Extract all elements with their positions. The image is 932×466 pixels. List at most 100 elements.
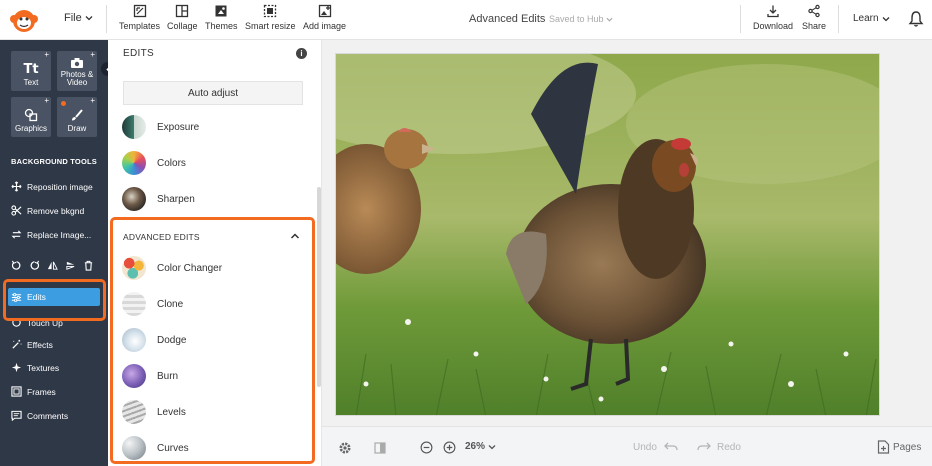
pages-button[interactable]: Pages [877, 440, 921, 454]
shapes-icon [24, 108, 38, 122]
brush-icon [72, 109, 83, 121]
sidebar-item-comments-label: Comments [27, 410, 69, 421]
highlight-outline [3, 279, 106, 321]
sidebar-item-textures[interactable]: Textures [11, 362, 59, 373]
draw-tile[interactable]: + Draw [57, 97, 97, 137]
redo-button[interactable]: Redo [697, 441, 741, 453]
edit-exposure-label: Exposure [157, 121, 200, 133]
zoom-in-icon[interactable] [443, 441, 456, 454]
sidebar-item-frames[interactable]: Frames [11, 386, 56, 397]
add-image-label: Add image [303, 21, 347, 31]
text-tool-tile[interactable]: + Tt Text [11, 51, 51, 91]
download-label: Download [753, 21, 794, 31]
remove-background-button[interactable]: Remove bkgnd [11, 205, 84, 216]
smart-resize-label: Smart resize [245, 21, 296, 31]
info-icon[interactable]: i [296, 48, 307, 59]
divider [740, 5, 741, 33]
plus-icon: + [44, 96, 49, 105]
graphics-label: Graphics [14, 124, 47, 133]
trash-icon[interactable] [83, 260, 94, 271]
templates-button[interactable]: Templates [119, 4, 160, 31]
add-image-button[interactable]: Add image [303, 4, 346, 31]
themes-icon [215, 5, 227, 17]
magic-wand-icon [12, 339, 22, 349]
save-status[interactable]: Saved to Hub [549, 14, 613, 24]
gear-icon[interactable] [338, 441, 352, 455]
chevron-down-icon [85, 16, 93, 21]
chevron-down-icon [882, 16, 890, 21]
edit-colors[interactable]: Colors [122, 151, 186, 175]
learn-menu[interactable]: Learn [853, 13, 890, 24]
rotate-right-icon[interactable] [29, 260, 40, 271]
zoom-level-dropdown[interactable]: 26% [465, 441, 496, 452]
reposition-image-button[interactable]: Reposition image [11, 181, 93, 192]
document-title[interactable]: Advanced Edits [469, 13, 545, 25]
bell-icon[interactable] [907, 10, 925, 28]
edit-sharpen-label: Sharpen [157, 193, 195, 205]
flip-vertical-icon[interactable] [65, 260, 76, 271]
sidebar-item-comments[interactable]: Comments [11, 410, 68, 421]
download-icon [767, 5, 779, 18]
divider [838, 5, 839, 33]
transform-toolbar [11, 260, 94, 271]
camera-icon [71, 58, 83, 68]
text-tool-glyph: Tt [23, 62, 39, 77]
zoom-level-value: 26% [465, 441, 486, 452]
scissors-icon [11, 205, 22, 216]
flip-horizontal-icon[interactable] [47, 260, 58, 271]
textures-icon [11, 362, 22, 373]
remove-background-label: Remove bkgnd [27, 205, 85, 216]
panel-title: EDITS [123, 48, 154, 59]
add-image-icon [318, 4, 331, 18]
themes-label: Themes [205, 21, 238, 31]
notification-dot [61, 101, 66, 106]
file-menu[interactable]: File [64, 12, 93, 24]
sharpen-thumbnail [122, 187, 146, 211]
share-icon [808, 4, 820, 18]
advanced-edits-highlight-outline [110, 217, 315, 464]
canvas-area [322, 40, 932, 426]
share-button[interactable]: Share [802, 4, 826, 31]
left-sidebar: + Tt Text + Photos & Video + Graphics + … [0, 40, 115, 466]
chicken-photo[interactable] [335, 53, 880, 416]
edit-sharpen[interactable]: Sharpen [122, 187, 195, 211]
smart-resize-icon [264, 4, 277, 18]
redo-label: Redo [717, 441, 741, 453]
background-tools-heading: BACKGROUND TOOLS [11, 157, 97, 166]
frame-icon [11, 386, 22, 397]
auto-adjust-button[interactable]: Auto adjust [123, 81, 303, 105]
collage-icon [176, 4, 189, 18]
sidebar-item-effects-label: Effects [27, 339, 53, 350]
sidebar-item-effects[interactable]: Effects [11, 339, 53, 350]
save-status-label: Saved to Hub [549, 14, 604, 24]
smart-resize-button[interactable]: Smart resize [245, 4, 296, 31]
photos-video-tile[interactable]: + Photos & Video [57, 51, 97, 91]
replace-image-button[interactable]: Replace Image... [11, 229, 91, 240]
pages-label: Pages [893, 441, 922, 453]
edit-exposure[interactable]: Exposure [122, 115, 199, 139]
reposition-image-label: Reposition image [27, 181, 93, 192]
bottom-bar: 26% Undo Redo Pages [322, 426, 932, 466]
draw-label: Draw [67, 124, 87, 133]
edits-panel: EDITS i Auto adjust Exposure Colors Shar… [108, 40, 322, 466]
redo-icon [697, 442, 711, 451]
replace-image-label: Replace Image... [27, 229, 92, 240]
rotate-left-icon[interactable] [11, 260, 22, 271]
chevron-down-icon [488, 444, 496, 449]
themes-button[interactable]: Themes [205, 4, 238, 31]
sidebar-item-textures-label: Textures [27, 362, 60, 373]
graphics-tile[interactable]: + Graphics [11, 97, 51, 137]
split-view-icon[interactable] [373, 441, 387, 455]
undo-button[interactable]: Undo [633, 441, 678, 453]
sidebar-item-frames-label: Frames [27, 386, 56, 397]
monkey-logo-icon[interactable] [10, 6, 38, 34]
download-button[interactable]: Download [753, 4, 793, 31]
swap-icon [11, 230, 22, 239]
collage-button[interactable]: Collage [167, 4, 198, 31]
colors-thumbnail [122, 151, 146, 175]
comment-icon [11, 410, 22, 421]
collage-label: Collage [167, 21, 198, 31]
zoom-out-icon[interactable] [420, 441, 433, 454]
photo-image [336, 54, 879, 415]
panel-scrollbar[interactable] [317, 187, 321, 387]
